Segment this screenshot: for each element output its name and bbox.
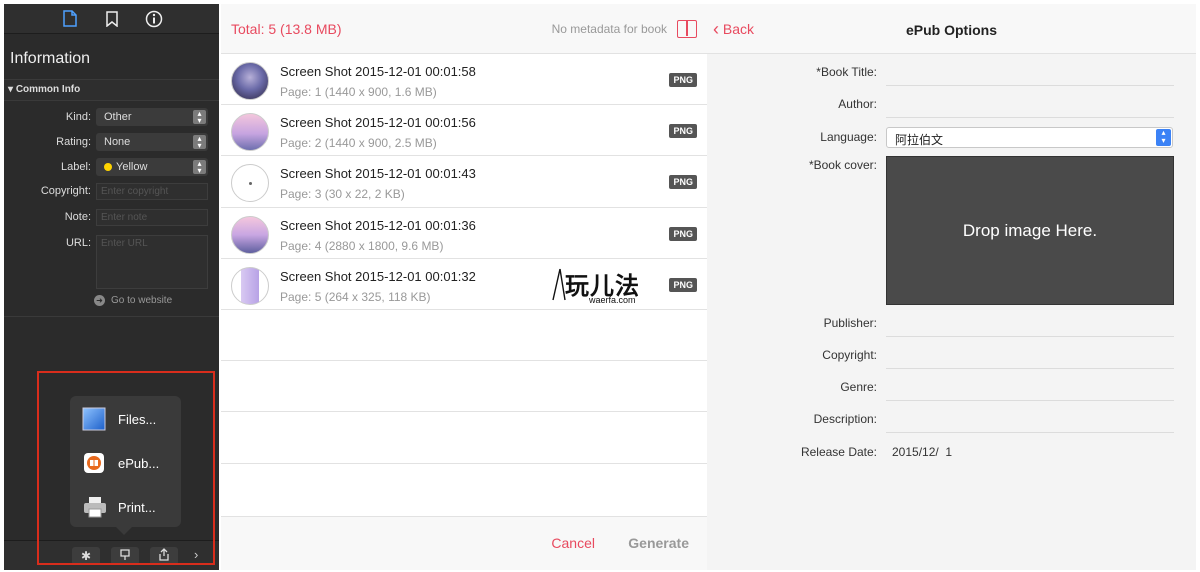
copyright-input[interactable]: Enter copyright	[96, 183, 208, 200]
no-metadata-text: No metadata for book	[551, 21, 667, 36]
list-header: Total: 5 (13.8 MB) No metadata for book	[221, 4, 707, 54]
epub-options-panel: ‹ Back ePub Options *Book Title: Author:…	[707, 4, 1196, 570]
thumbnail-image	[231, 266, 269, 305]
files-icon	[82, 407, 106, 431]
list-item[interactable]: Screen Shot 2015-12-01 00:01:56 Page: 2 …	[221, 105, 707, 157]
book-title-input[interactable]	[886, 85, 1174, 86]
label-select[interactable]: Yellow ▴ ▾	[96, 158, 208, 176]
list-footer: Cancel Generate	[221, 516, 707, 570]
copyright-input[interactable]	[886, 368, 1174, 369]
bookmark-icon[interactable]	[101, 8, 123, 30]
stepper-icon: ▴ ▾	[193, 135, 206, 150]
list-item[interactable]: Screen Shot 2015-12-01 00:01:36 Page: 4 …	[221, 208, 707, 259]
stepper-icon: ▴ ▾	[193, 110, 206, 125]
thumbnail-image	[231, 62, 269, 100]
thumbnail-image	[231, 164, 269, 203]
epub-icon	[82, 451, 106, 475]
description-input[interactable]	[886, 432, 1174, 433]
thumbnail-image	[231, 113, 269, 152]
stepper-icon: ▴ ▾	[193, 160, 206, 175]
publisher-label: Publisher:	[823, 316, 877, 330]
copyright-label: Copyright:	[822, 348, 877, 362]
png-badge: PNG	[669, 226, 697, 241]
label-label: Label:	[61, 161, 91, 173]
thumbnail-image	[231, 215, 269, 254]
print-menu-item[interactable]: Print...	[82, 494, 156, 520]
png-badge: PNG	[669, 124, 697, 139]
info-icon[interactable]	[143, 8, 165, 30]
empty-row	[221, 412, 707, 464]
chevron-right-icon[interactable]: ›	[194, 547, 198, 562]
go-to-website-link[interactable]: ➜ Go to website	[94, 295, 172, 306]
png-badge: PNG	[669, 73, 697, 87]
printer-icon	[82, 495, 106, 519]
list-item[interactable]: Screen Shot 2015-12-01 00:01:43 Page: 3 …	[221, 156, 707, 208]
genre-input[interactable]	[886, 400, 1174, 401]
copyright-label: Copyright:	[40, 185, 91, 197]
language-label: Language:	[820, 130, 877, 144]
empty-row	[221, 361, 707, 413]
book-icon[interactable]	[677, 19, 697, 38]
export-tray-icon[interactable]	[111, 547, 139, 565]
section-label: Common Info	[15, 84, 81, 95]
yellow-dot-icon	[104, 163, 112, 171]
publisher-input[interactable]	[886, 336, 1174, 337]
watermark-logo: 玩儿法 waerfa.com	[551, 266, 651, 310]
divider	[4, 316, 219, 317]
files-menu-item[interactable]: Files...	[82, 406, 156, 432]
share-icon[interactable]	[150, 547, 178, 565]
book-title-label: *Book Title:	[816, 65, 877, 79]
sidebar-title: Information	[10, 50, 91, 67]
generate-button[interactable]: Generate	[628, 535, 689, 551]
info-sidebar: Information ▾ Common Info Kind: Other ▴ ▾ …	[4, 4, 219, 570]
release-date-input[interactable]: 2015/12/ 1	[892, 445, 952, 459]
genre-label: Genre:	[840, 380, 877, 394]
note-input[interactable]: Enter note	[96, 209, 208, 226]
options-header: ‹ Back ePub Options	[707, 4, 1196, 54]
png-badge: PNG	[669, 277, 697, 292]
empty-row	[221, 310, 707, 362]
export-popup: Files... ePub... Print...	[70, 396, 181, 535]
kind-select[interactable]: Other ▴ ▾	[96, 108, 208, 126]
settings-gear-icon[interactable]: ✱	[72, 547, 100, 565]
sidebar-toolbar	[4, 4, 219, 34]
author-input[interactable]	[886, 117, 1174, 118]
page-list-panel: Total: 5 (13.8 MB) No metadata for book …	[221, 4, 707, 570]
language-select[interactable]: 阿拉伯文 ▴ ▾	[886, 127, 1173, 148]
kind-label: Kind:	[65, 111, 91, 123]
release-date-label: Release Date:	[800, 445, 877, 459]
stepper-icon: ▴ ▾	[1156, 129, 1171, 146]
note-label: Note:	[64, 211, 91, 223]
book-cover-label: *Book cover:	[808, 158, 877, 172]
rating-select[interactable]: None ▴ ▾	[96, 133, 208, 151]
list-item[interactable]: Screen Shot 2015-12-01 00:01:58 Page: 1 …	[221, 54, 707, 106]
sidebar-bottom-toolbar: ✱ ›	[4, 540, 219, 570]
url-label: URL:	[65, 237, 91, 249]
common-info-section[interactable]: ▾ Common Info	[4, 79, 219, 101]
cover-drop-zone[interactable]: Drop image Here.	[886, 156, 1174, 305]
author-label: Author:	[838, 97, 877, 111]
epub-menu-item[interactable]: ePub...	[82, 450, 159, 476]
cancel-button[interactable]: Cancel	[551, 535, 595, 551]
arrow-right-icon: ➜	[94, 295, 105, 306]
options-title: ePub Options	[906, 22, 997, 38]
page-list: Screen Shot 2015-12-01 00:01:58 Page: 1 …	[221, 54, 707, 464]
description-label: Description:	[813, 412, 877, 426]
png-badge: PNG	[669, 175, 697, 190]
rating-label: Rating:	[56, 136, 91, 148]
document-icon[interactable]	[59, 8, 81, 30]
total-summary: Total: 5 (13.8 MB)	[231, 20, 342, 37]
url-input[interactable]: Enter URL	[96, 235, 208, 289]
